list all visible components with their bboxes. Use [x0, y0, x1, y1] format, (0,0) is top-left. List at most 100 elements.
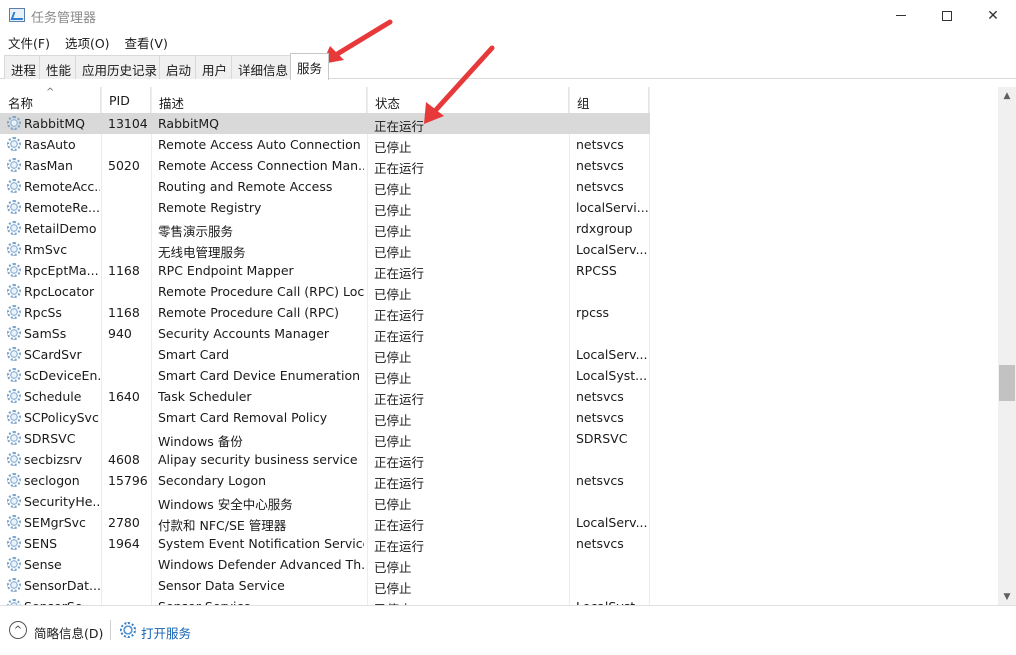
- cell-name: RpcSs: [24, 305, 62, 320]
- table-row[interactable]: RasMan 5020 Remote Access Connection Man..…: [0, 155, 650, 176]
- cell-name: SDRSVC: [24, 431, 76, 446]
- tab-services[interactable]: 服务: [290, 53, 330, 80]
- service-gear-icon: [7, 158, 21, 172]
- table-row[interactable]: SDRSVC Windows 备份 已停止 SDRSVC: [0, 428, 650, 449]
- cell-description: Alipay security business service: [158, 452, 358, 467]
- table-row[interactable]: SensorDat... Sensor Data Service 已停止: [0, 575, 650, 596]
- cell-pid: [108, 575, 150, 596]
- cell-description: Remote Access Connection Man...: [158, 158, 364, 173]
- cell-status: 已停止: [374, 224, 412, 239]
- cell-description: Smart Card: [158, 347, 230, 362]
- table-row[interactable]: SENS 1964 System Event Notification Servic…: [0, 533, 650, 554]
- cell-pid: 5020: [108, 158, 140, 173]
- cell-description: Sensor Data Service: [158, 578, 285, 593]
- cell-group: [576, 554, 648, 575]
- cell-pid: [108, 596, 150, 605]
- cell-group: localServi...: [576, 200, 648, 215]
- menu-bar: 文件(F) 选项(O) 查看(V): [0, 31, 1016, 51]
- table-row[interactable]: RabbitMQ 13104 RabbitMQ 正在运行: [0, 113, 650, 134]
- table-row[interactable]: SCardSvr Smart Card 已停止 LocalServ...: [0, 344, 650, 365]
- table-row[interactable]: RpcLocator Remote Procedure Call (RPC) Lo…: [0, 281, 650, 302]
- cell-description: Security Accounts Manager: [158, 326, 330, 341]
- open-services-link[interactable]: 打开服务: [141, 623, 191, 642]
- tab-users[interactable]: 用户: [195, 55, 235, 79]
- cell-status: 正在运行: [374, 266, 425, 281]
- fewer-details-chevron-icon[interactable]: ^: [9, 621, 27, 639]
- service-gear-icon: [7, 536, 21, 550]
- service-gear-icon: [7, 284, 21, 298]
- menu-options[interactable]: 选项(O): [57, 31, 117, 51]
- cell-name: ScDeviceEn...: [24, 368, 100, 383]
- table-row[interactable]: Sense Windows Defender Advanced Th... 已停止: [0, 554, 650, 575]
- service-gear-icon: [7, 137, 21, 151]
- cell-group: netsvcs: [576, 410, 624, 425]
- tab-app-history[interactable]: 应用历史记录: [75, 55, 165, 79]
- column-header-name[interactable]: ^ 名称: [0, 87, 101, 113]
- table-row[interactable]: RasAuto Remote Access Auto Connection ...…: [0, 134, 650, 155]
- table-row[interactable]: secbizsrv 4608 Alipay security business se…: [0, 449, 650, 470]
- menu-file[interactable]: 文件(F): [0, 31, 57, 51]
- scroll-down-button[interactable]: ▼: [998, 588, 1016, 605]
- cell-group: [576, 281, 648, 302]
- cell-pid: 13104: [108, 116, 148, 131]
- column-header-pid[interactable]: PID: [101, 87, 151, 113]
- cell-name: RmSvc: [24, 242, 68, 257]
- table-row[interactable]: SamSs 940 Security Accounts Manager 正在运行: [0, 323, 650, 344]
- cell-description: Remote Registry: [158, 200, 262, 215]
- cell-description: Task Scheduler: [158, 389, 252, 404]
- cell-status: 已停止: [374, 182, 412, 197]
- services-gear-icon: [120, 622, 136, 638]
- cell-description: Routing and Remote Access: [158, 179, 333, 194]
- table-row[interactable]: RmSvc 无线电管理服务 已停止 LocalServ...: [0, 239, 650, 260]
- cell-name: RemoteAcc...: [24, 179, 100, 194]
- cell-status: 已停止: [374, 581, 412, 596]
- cell-description: Smart Card Removal Policy: [158, 410, 328, 425]
- cell-pid: [108, 281, 150, 302]
- tab-performance[interactable]: 性能: [39, 55, 79, 79]
- service-gear-icon: [7, 221, 21, 235]
- table-row[interactable]: seclogon 15796 Secondary Logon 正在运行 netsvcs: [0, 470, 650, 491]
- close-button[interactable]: ✕: [970, 0, 1016, 31]
- cell-name: RasAuto: [24, 137, 76, 152]
- task-manager-icon: [9, 8, 25, 22]
- table-row[interactable]: RemoteRe... Remote Registry 已停止 localServi.…: [0, 197, 650, 218]
- table-row[interactable]: RemoteAcc... Routing and Remote Access 已停止…: [0, 176, 650, 197]
- menu-view[interactable]: 查看(V): [117, 31, 175, 51]
- column-header-group[interactable]: 组: [569, 87, 649, 113]
- table-row[interactable]: RpcSs 1168 Remote Procedure Call (RPC) 正在运行…: [0, 302, 650, 323]
- cell-description: Smart Card Device Enumeration ...: [158, 368, 364, 383]
- cell-group: [576, 113, 648, 134]
- table-row[interactable]: RetailDemo 零售演示服务 已停止 rdxgroup: [0, 218, 650, 239]
- tab-processes[interactable]: 进程: [4, 55, 44, 79]
- scroll-up-button[interactable]: ▲: [998, 87, 1016, 104]
- cell-group: netsvcs: [576, 536, 624, 551]
- tab-details[interactable]: 详细信息: [231, 55, 296, 79]
- table-row[interactable]: Schedule 1640 Task Scheduler 正在运行 netsvcs: [0, 386, 650, 407]
- service-gear-icon: [7, 557, 21, 571]
- table-row[interactable]: SEMgrSvc 2780 付款和 NFC/SE 管理器 正在运行 LocalServ.…: [0, 512, 650, 533]
- scroll-thumb[interactable]: [999, 365, 1015, 401]
- column-header-description[interactable]: 描述: [151, 87, 367, 113]
- table-row[interactable]: SensorSe... Sensor Service 已停止 LocalSyst...: [0, 596, 650, 605]
- cell-description: Windows Defender Advanced Th...: [158, 557, 364, 572]
- table-row[interactable]: ScDeviceEn... Smart Card Device Enumerati…: [0, 365, 650, 386]
- table-row[interactable]: SCPolicySvc Smart Card Removal Policy 已停止 n…: [0, 407, 650, 428]
- cell-status: 已停止: [374, 560, 412, 575]
- cell-description: System Event Notification Service: [158, 536, 364, 551]
- vertical-scrollbar[interactable]: ▲ ▼: [998, 87, 1016, 605]
- tab-startup[interactable]: 启动: [159, 55, 199, 79]
- table-row[interactable]: SecurityHe... Windows 安全中心服务 已停止: [0, 491, 650, 512]
- cell-status: 已停止: [374, 497, 412, 512]
- minimize-button[interactable]: [878, 0, 924, 31]
- cell-group: [576, 449, 648, 470]
- cell-group: [576, 491, 648, 512]
- cell-status: 已停止: [374, 140, 412, 155]
- maximize-button[interactable]: [924, 0, 970, 31]
- cell-name: SensorSe...: [24, 596, 100, 605]
- table-row[interactable]: RpcEptMa... 1168 RPC Endpoint Mapper 正在运行 RP…: [0, 260, 650, 281]
- cell-pid: [108, 407, 150, 428]
- service-gear-icon: [7, 578, 21, 592]
- cell-status: 已停止: [374, 287, 412, 302]
- fewer-details-button[interactable]: 简略信息(D): [34, 623, 103, 642]
- service-gear-icon: [7, 263, 21, 277]
